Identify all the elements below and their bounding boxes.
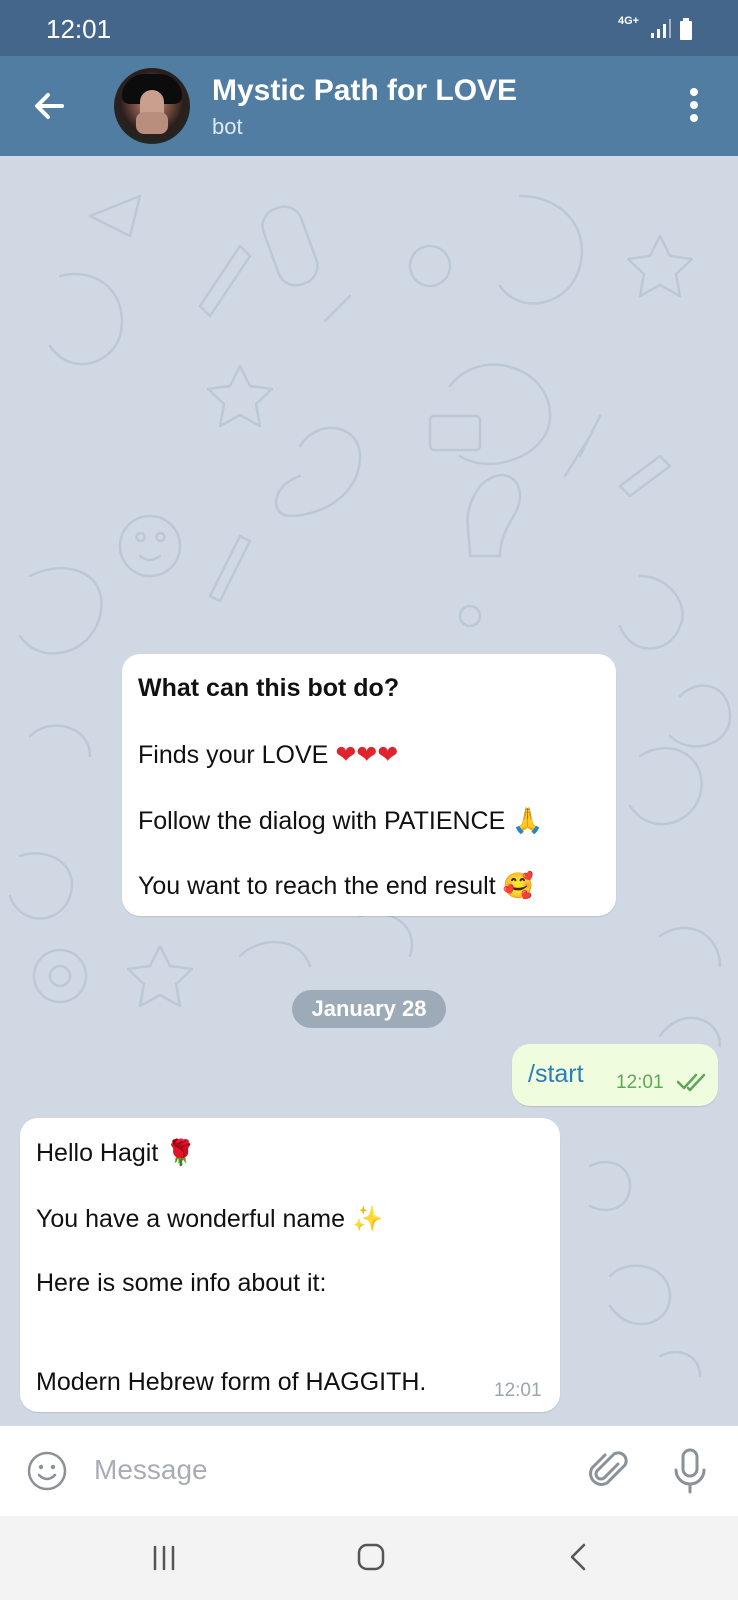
- message-line: Hello Hagit 🌹: [36, 1138, 197, 1167]
- smiling-face-hearts-icon: 🥰: [502, 871, 534, 900]
- system-nav-bar: [0, 1516, 738, 1600]
- double-check-icon: [676, 1073, 706, 1092]
- attach-icon[interactable]: [588, 1446, 630, 1496]
- incoming-message[interactable]: Hello Hagit 🌹 You have a wonderful name …: [20, 1118, 560, 1412]
- bot-info-heading: What can this bot do?: [138, 674, 400, 702]
- status-time: 12:01: [46, 14, 112, 44]
- chat-subtitle: bot: [212, 114, 243, 139]
- message-line: You have a wonderful name ✨: [36, 1204, 384, 1233]
- battery-icon: [680, 18, 692, 40]
- microphone-icon[interactable]: [672, 1446, 708, 1496]
- outgoing-message[interactable]: /start 12:01: [512, 1044, 718, 1106]
- emoji-icon[interactable]: [26, 1450, 68, 1492]
- recent-apps-icon[interactable]: [150, 1544, 178, 1572]
- rose-icon: 🌹: [165, 1138, 197, 1167]
- message-line: Here is some info about it:: [36, 1269, 327, 1297]
- back-nav-icon[interactable]: [566, 1542, 590, 1572]
- date-separator: January 28: [292, 990, 446, 1028]
- more-vertical-icon[interactable]: [686, 88, 702, 126]
- bot-info-card: What can this bot do? Finds your LOVE ❤❤…: [122, 654, 616, 916]
- message-time: 12:01: [616, 1072, 664, 1093]
- message-text[interactable]: /start: [528, 1060, 584, 1089]
- message-input[interactable]: Message: [94, 1454, 208, 1486]
- praying-hands-icon: 🙏: [512, 806, 544, 835]
- arrow-left-icon[interactable]: [28, 84, 72, 128]
- bot-info-line: Follow the dialog with PATIENCE 🙏: [138, 806, 544, 835]
- network-type-label: 4G+: [618, 15, 640, 27]
- message-composer: Message: [0, 1426, 738, 1516]
- home-icon[interactable]: [356, 1542, 386, 1572]
- message-line: Modern Hebrew form of HAGGITH.: [36, 1368, 427, 1396]
- chat-area[interactable]: What can this bot do? Finds your LOVE ❤❤…: [0, 156, 738, 1426]
- chat-title[interactable]: Mystic Path for LOVE: [212, 74, 517, 108]
- heart-icon: ❤❤❤: [335, 740, 399, 769]
- sparkles-icon: ✨: [351, 1204, 384, 1233]
- bot-info-line: Finds your LOVE ❤❤❤: [138, 740, 399, 769]
- signal-icon: [651, 19, 671, 38]
- chat-header: Mystic Path for LOVE bot: [0, 56, 738, 156]
- avatar[interactable]: [114, 68, 190, 144]
- status-bar: 12:01 4G+: [0, 0, 738, 56]
- bot-info-line: You want to reach the end result 🥰: [138, 871, 534, 900]
- message-time: 12:01: [494, 1380, 542, 1401]
